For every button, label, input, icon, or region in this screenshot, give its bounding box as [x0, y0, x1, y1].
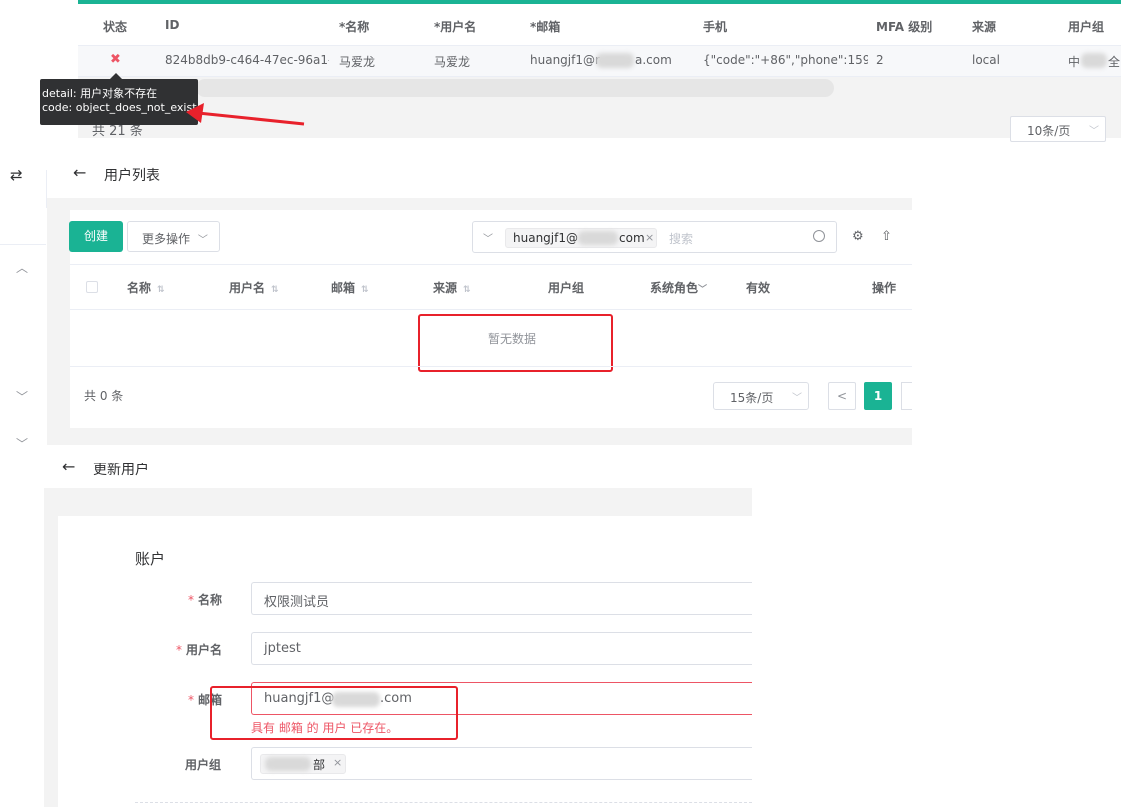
col-name-label: 名称: [127, 281, 152, 295]
next-page-button[interactable]: [901, 382, 912, 410]
redacted-mask: [578, 231, 618, 245]
annotation-arrow-icon: [186, 103, 305, 126]
tag-email-suffix: com: [619, 231, 645, 245]
col-status: 状态: [103, 20, 128, 34]
page-size-value: 10条/页: [1027, 124, 1071, 138]
back-arrow-icon[interactable]: ←: [62, 457, 75, 476]
upload-icon[interactable]: ⇧: [881, 229, 892, 244]
cell-email-prefix: huangjf1@r: [530, 53, 600, 67]
group-tag: 部 ×: [260, 754, 346, 774]
total-count: 共 0 条: [84, 389, 124, 403]
more-actions-button[interactable]: 更多操作 ﹀: [127, 221, 220, 252]
page-size-select[interactable]: 15条/页 ﹀: [713, 382, 809, 410]
chevron-down-icon: ﹀: [1089, 126, 1099, 137]
col-email: *邮箱: [530, 20, 561, 34]
form-divider: [135, 802, 752, 803]
sort-icon: ⇅: [463, 285, 471, 295]
back-arrow-icon[interactable]: ←: [73, 163, 86, 182]
col-source: 来源: [972, 20, 997, 34]
col-source-label: 来源: [433, 281, 458, 295]
name-field[interactable]: 权限测试员: [251, 582, 752, 615]
col-group: 用户组: [1068, 20, 1105, 34]
col-group: 用户组: [548, 281, 585, 295]
user-list-header: [47, 150, 912, 198]
table-divider: [70, 366, 912, 367]
chevron-down-icon: ﹀: [792, 393, 802, 404]
cell-group-suffix: 全: [1108, 55, 1121, 69]
chevron-down-icon[interactable]: ﹀: [16, 435, 28, 452]
select-all-checkbox[interactable]: [86, 281, 98, 293]
chevron-down-icon[interactable]: ﹀: [16, 388, 28, 405]
col-username[interactable]: 用户名 ⇅: [229, 279, 279, 296]
user-table-header: [70, 264, 912, 310]
section-title: 账户: [135, 550, 166, 568]
redacted-mask: [1081, 53, 1107, 68]
username-field[interactable]: jptest: [251, 632, 752, 665]
cell-phone: {"code":"+86","phone":159952: [703, 53, 868, 67]
close-icon[interactable]: ×: [333, 756, 342, 769]
page-size-value: 15条/页: [730, 391, 774, 405]
tooltip-detail: detail: 用户对象不存在: [42, 87, 158, 100]
status-error-icon[interactable]: ✖: [110, 52, 121, 67]
redacted-mask: [265, 757, 311, 771]
title-crop-mask: [92, 455, 162, 463]
highlight-box: [210, 686, 458, 740]
search-icon[interactable]: [813, 230, 825, 242]
chevron-down-icon[interactable]: ﹀: [483, 230, 493, 245]
horizontal-scrollbar[interactable]: [196, 79, 834, 97]
create-button[interactable]: 创建: [69, 221, 123, 252]
col-actions: 操作: [872, 281, 897, 295]
col-username: *用户名: [434, 20, 477, 34]
cell-source: local: [972, 53, 1000, 67]
cell-id: 824b8db9-c464-47ec-96a1-4(: [165, 53, 329, 67]
col-source[interactable]: 来源 ⇅: [433, 279, 471, 296]
username-label-text: 用户名: [186, 643, 223, 657]
current-page-button[interactable]: 1: [864, 382, 892, 410]
error-tooltip: detail: 用户对象不存在 code: object_does_not_ex…: [40, 79, 198, 125]
cell-group-prefix: 中: [1068, 55, 1081, 69]
search-filter-tag: huangjf1@ com ×: [505, 228, 657, 248]
cell-name: 马爱龙: [339, 55, 376, 69]
more-actions-label: 更多操作: [142, 232, 191, 246]
col-mfa: MFA 级别: [876, 20, 933, 34]
cell-mfa: 2: [876, 53, 884, 67]
chevron-down-icon: ﹀: [197, 235, 208, 246]
tooltip-arrow: [110, 73, 122, 79]
group-label: 用户组: [185, 758, 222, 772]
col-id: ID: [165, 18, 180, 32]
tooltip-code: code: object_does_not_exist: [42, 101, 197, 114]
col-username-label: 用户名: [229, 281, 266, 295]
swap-icon[interactable]: ⇄: [10, 166, 23, 184]
prev-page-button[interactable]: <: [828, 382, 856, 410]
group-tag-suffix: 部: [313, 758, 326, 772]
col-name: *名称: [339, 20, 370, 34]
top-page-size-select[interactable]: 10条/页 ﹀: [1010, 116, 1106, 142]
col-active: 有效: [746, 281, 771, 295]
highlight-box: [418, 314, 613, 372]
cell-email-suffix: a.com: [635, 53, 672, 67]
col-system-role-label: 系统角色: [650, 281, 699, 295]
chevron-down-icon: ﹀: [698, 285, 708, 295]
close-icon[interactable]: ×: [645, 231, 654, 244]
col-email[interactable]: 邮箱 ⇅: [331, 279, 369, 296]
tag-email-prefix: huangjf1@: [513, 231, 578, 245]
col-phone: 手机: [703, 20, 728, 34]
sort-icon: ⇅: [271, 285, 279, 295]
chevron-up-icon[interactable]: ︿: [16, 259, 28, 276]
search-input[interactable]: ﹀ huangjf1@ com × 搜索: [472, 221, 837, 253]
gear-icon[interactable]: ⚙: [852, 229, 864, 244]
cell-username: 马爱龙: [434, 55, 471, 69]
search-placeholder: 搜索: [669, 232, 694, 246]
sort-icon: ⇅: [361, 285, 369, 295]
col-email-label: 邮箱: [331, 281, 356, 295]
col-name[interactable]: 名称 ⇅: [127, 279, 165, 296]
name-label-text: 名称: [198, 593, 223, 607]
username-label: * 用户名: [176, 643, 223, 657]
page-title: 用户列表: [104, 168, 160, 184]
redacted-mask: [596, 53, 634, 68]
col-system-role[interactable]: 系统角色﹀: [650, 279, 707, 296]
sidebar-separator: [0, 244, 46, 245]
sort-icon: ⇅: [157, 285, 165, 295]
name-label: * 名称: [188, 593, 223, 607]
